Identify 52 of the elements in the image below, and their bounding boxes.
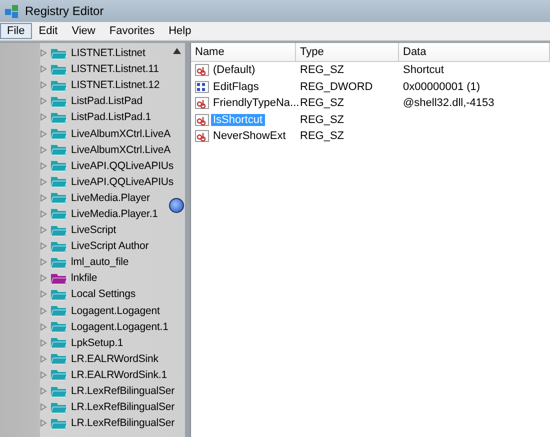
tree-item[interactable]: LiveMedia.Player.1 [71,208,158,220]
value-name[interactable]: FriendlyTypeNa... [211,97,302,110]
menu-item[interactable]: Favorites [102,23,162,39]
value-data: 0x00000001 (1) [402,80,482,93]
menu-item[interactable]: Edit [32,23,65,39]
string-value-icon [195,114,209,126]
menu-item[interactable]: View [64,23,102,39]
tree-item[interactable]: LISTNET.Listnet.12 [71,79,160,92]
value-type: REG_SZ [299,114,346,126]
value-name[interactable]: NeverShowExt [211,130,288,142]
tree-item[interactable]: LiveMedia.Player [71,192,150,204]
tree-item[interactable]: lnkfile [71,272,98,284]
tree-item[interactable]: LR.EALRWordSink [71,352,158,365]
value-type: REG_SZ [299,130,346,142]
tree-item[interactable]: LR.LexRefBilingualSer [71,401,175,414]
tree-item[interactable]: Local Settings [71,288,136,300]
tree-item[interactable]: LpkSetup.1 [71,336,124,349]
column-header[interactable]: Type [296,43,399,61]
tree-item[interactable]: LR.EALRWordSink.1 [71,368,167,381]
registry-cubes-icon [4,3,20,19]
tree-item[interactable]: LR.LexRefBilingualSer [71,417,175,430]
tree-item[interactable]: LiveAPI.QQLiveAPIUs [71,176,174,188]
tree-item[interactable]: LiveAlbumXCtrl.LiveA [71,144,171,156]
value-type: REG_SZ [299,64,346,76]
value-name[interactable]: (Default) [211,64,258,76]
string-value-icon [195,64,209,76]
tree-item[interactable]: LiveScript [71,224,116,236]
column-header[interactable]: Data [399,43,550,61]
tree-item[interactable]: LiveScript Author [71,240,149,252]
binary-value-icon [195,80,209,93]
value-type: REG_DWORD [299,80,374,93]
window-title: Registry Editor [25,4,104,18]
string-value-icon [195,97,209,110]
tree-item[interactable]: LISTNET.Listnet.11 [71,63,159,76]
value-data: @shell32.dll,-4153 [402,97,496,110]
string-value-icon [195,130,209,142]
menu-item[interactable]: Help [162,23,198,39]
tree-item[interactable]: LISTNET.Listnet [71,47,146,60]
column-header[interactable]: Name [191,43,296,61]
tree-item[interactable]: LR.LexRefBilingualSer [71,385,175,398]
menu-item[interactable]: File [0,23,32,39]
tree-item[interactable]: LiveAPI.QQLiveAPIUs [71,160,174,172]
tree-item[interactable]: Logagent.Logagent [71,304,160,317]
scroll-up-arrow-icon[interactable] [172,48,180,54]
tree-item[interactable]: ListPad.ListPad [71,95,142,108]
value-name[interactable]: EditFlags [211,80,261,93]
value-data: Shortcut [402,64,445,76]
tree-item[interactable]: ListPad.ListPad.1 [71,111,152,124]
scroll-thumb[interactable] [169,198,184,213]
tree-item[interactable]: Logagent.Logagent.1 [71,320,168,333]
tree-item[interactable]: lml_auto_file [71,256,129,268]
tree-item[interactable]: LiveAlbumXCtrl.LiveA [71,128,171,140]
